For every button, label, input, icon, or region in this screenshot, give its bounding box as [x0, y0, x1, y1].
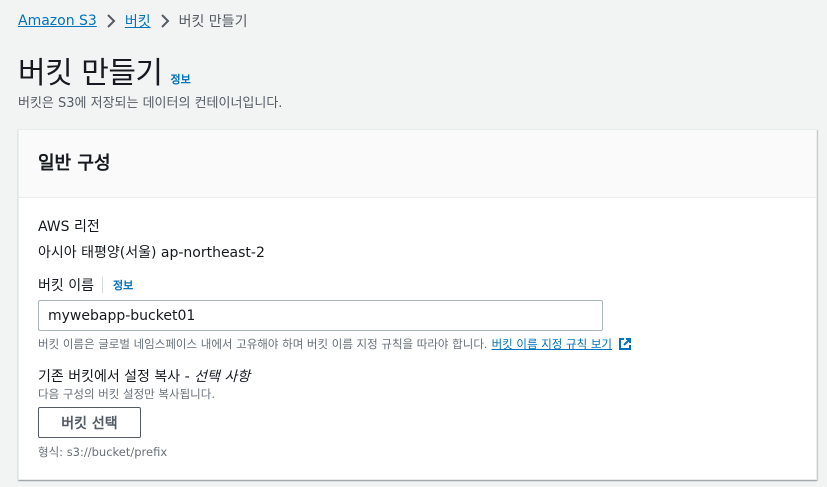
- bucket-name-hint: 버킷 이름은 글로벌 네임스페이스 내에서 고유해야 하며 버킷 이름 지정 규…: [38, 336, 632, 352]
- format-hint: 형식: s3://bucket/prefix: [38, 445, 168, 459]
- page-title: 버킷 만들기: [18, 56, 163, 91]
- bucket-name-label-row: 버킷 이름 정보: [38, 275, 133, 295]
- region-value: 아시아 태평양(서울) ap-northeast-2: [38, 245, 265, 261]
- page-header: 버킷 만들기 정보: [18, 48, 191, 92]
- bucket-name-label: 버킷 이름: [38, 278, 94, 294]
- bucket-name-input[interactable]: mywebapp-bucket01: [38, 300, 603, 331]
- bucket-name-hint-text: 버킷 이름은 글로벌 네임스페이스 내에서 고유해야 하며 버킷 이름 지정 규…: [38, 337, 488, 351]
- copy-settings-dash: -: [184, 369, 195, 385]
- naming-rules-link[interactable]: 버킷 이름 지정 규칙 보기: [492, 336, 612, 352]
- bucket-name-value: mywebapp-bucket01: [48, 307, 196, 324]
- copy-settings-label: 기존 버킷에서 설정 복사 - 선택 사항: [38, 366, 250, 386]
- chevron-right-icon: [100, 14, 122, 28]
- page-subtitle: 버킷은 S3에 저장되는 데이터의 컨테이너입니다.: [18, 96, 283, 111]
- breadcrumb: Amazon S3 버킷 버킷 만들기: [18, 11, 247, 31]
- external-link-icon[interactable]: [618, 337, 632, 351]
- chevron-right-icon: [154, 14, 176, 28]
- region-label: AWS 리전: [38, 219, 100, 235]
- info-link[interactable]: 정보: [171, 71, 191, 87]
- copy-settings-description: 다음 구성의 버킷 설정만 복사됩니다.: [38, 387, 215, 401]
- choose-bucket-button[interactable]: 버킷 선택: [38, 407, 141, 438]
- label-divider: [101, 277, 103, 293]
- breadcrumb-buckets[interactable]: 버킷: [125, 11, 151, 31]
- copy-settings-label-text: 기존 버킷에서 설정 복사: [38, 369, 181, 385]
- bucket-name-info-link[interactable]: 정보: [113, 277, 133, 293]
- panel-title: 일반 구성: [38, 153, 111, 174]
- breadcrumb-amazon-s3[interactable]: Amazon S3: [18, 13, 97, 29]
- copy-settings-optional: 선택 사항: [194, 369, 251, 385]
- breadcrumb-create-bucket: 버킷 만들기: [178, 14, 248, 30]
- panel-header: 일반 구성: [19, 130, 816, 198]
